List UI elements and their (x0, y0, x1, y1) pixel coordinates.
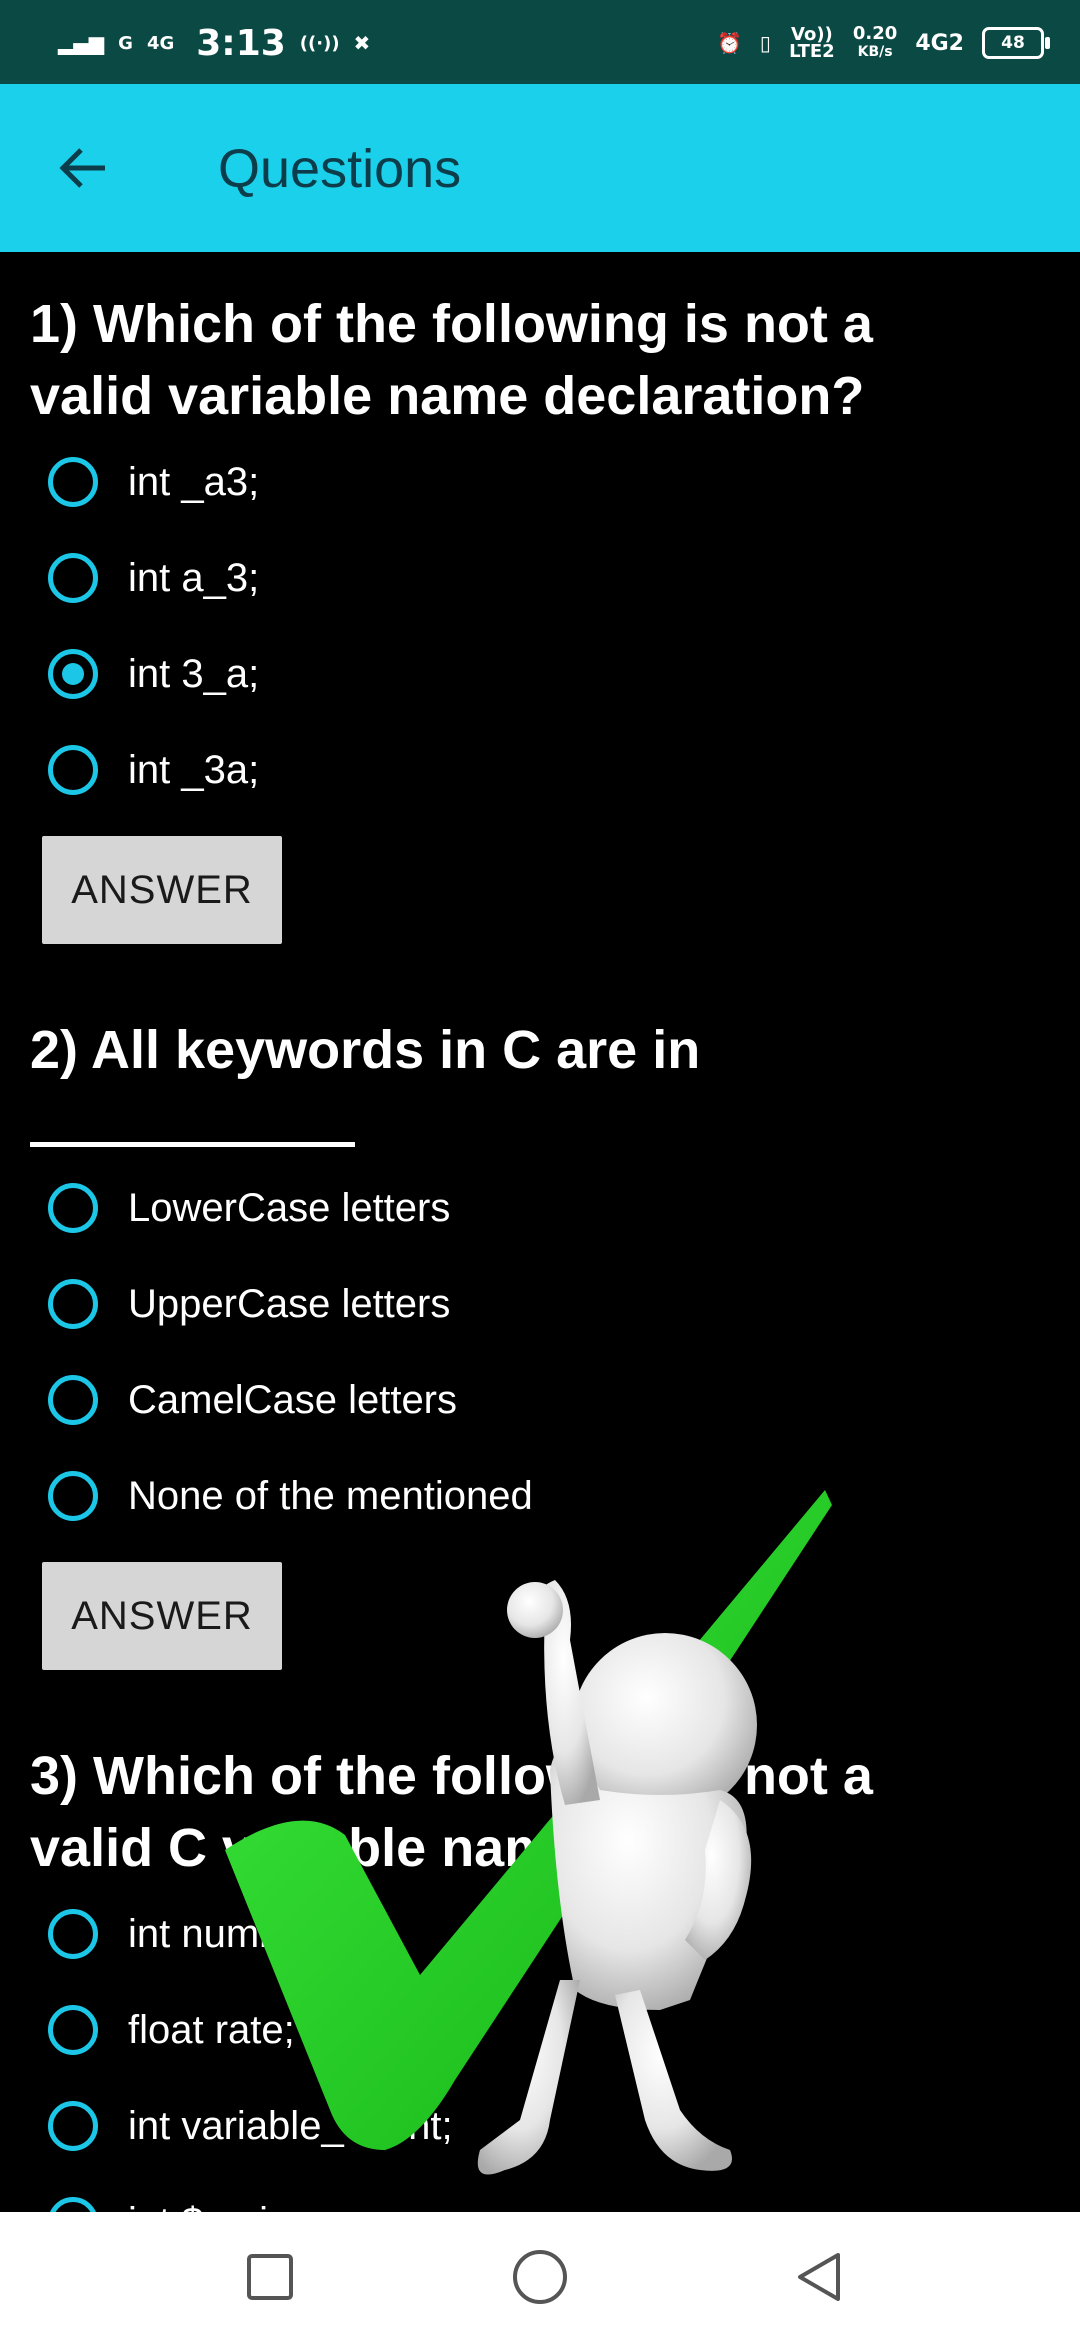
alarm-icon: ⏰ (716, 31, 742, 55)
circle-icon (513, 2250, 567, 2304)
option-label: None of the mentioned (128, 1473, 533, 1518)
radio-icon[interactable] (48, 1471, 98, 1521)
question-3-option-3[interactable]: int variable_count; (48, 2096, 453, 2156)
question-2-option-1[interactable]: LowerCase letters (48, 1178, 450, 1238)
vibrate-icon: ▯ (759, 31, 771, 55)
network-speed: 0.20 KB/s (853, 25, 897, 61)
radio-icon[interactable] (48, 1909, 98, 1959)
question-1-title: 1) Which of the following is not a valid… (30, 294, 873, 426)
question-3-option-4[interactable]: int $main; (48, 2192, 301, 2212)
blank-underline (30, 1142, 355, 1147)
volte-label: Vo)) LTE2 (789, 24, 835, 62)
question-3-option-2[interactable]: float rate; (48, 2000, 295, 2060)
back-button[interactable] (48, 136, 118, 200)
answer-button-1[interactable]: ANSWER (42, 836, 282, 944)
speed-value: 0.20 (852, 23, 898, 44)
network-4g-label: 4G (146, 32, 175, 54)
option-label: int variable_count; (128, 2103, 453, 2148)
option-label: int _a3; (128, 459, 260, 504)
question-2-option-2[interactable]: UpperCase letters (48, 1274, 450, 1334)
radio-icon[interactable] (48, 1279, 98, 1329)
network-right-label: 4G2 (915, 30, 964, 56)
radio-icon[interactable] (48, 2005, 98, 2055)
arrow-back-icon (59, 148, 105, 188)
recents-button[interactable] (230, 2242, 310, 2312)
question-1-option-1[interactable]: int _a3; (48, 452, 259, 512)
option-label: LowerCase letters (128, 1185, 451, 1230)
signal-icon: ▂▄▆ (58, 31, 105, 55)
option-label: int 3_a; (128, 651, 260, 696)
radio-checked-icon[interactable] (48, 649, 98, 699)
speed-unit: KB/s (857, 44, 893, 60)
option-label: int _3a; (128, 747, 260, 792)
triangle-back-icon (798, 2253, 840, 2301)
option-label: int a_3; (128, 555, 260, 600)
battery-level: 48 (1001, 33, 1025, 53)
question-1-option-3[interactable]: int 3_a; (48, 644, 259, 704)
option-label: float rate; (128, 2007, 295, 2052)
answer-button-2[interactable]: ANSWER (42, 1562, 282, 1670)
app-bar: Questions (0, 84, 1080, 252)
square-icon (247, 2254, 293, 2300)
navigation-bar (0, 2212, 1080, 2340)
questions-list[interactable]: 1) Which of the following is not a valid… (0, 252, 1080, 2212)
radio-icon[interactable] (48, 2101, 98, 2151)
option-label: int number; (128, 1911, 329, 1956)
option-label: int $main; (128, 2200, 301, 2213)
option-label: CamelCase letters (128, 1377, 458, 1422)
radio-icon[interactable] (48, 1183, 98, 1233)
question-3-title: 3) Which of the following is not a valid… (30, 1746, 873, 1878)
radio-icon[interactable] (48, 1375, 98, 1425)
tools-icon: ✖ (353, 31, 371, 55)
radio-icon[interactable] (48, 2197, 98, 2212)
question-3-option-1[interactable]: int number; (48, 1904, 328, 1964)
question-2-option-3[interactable]: CamelCase letters (48, 1370, 457, 1430)
radio-icon[interactable] (48, 553, 98, 603)
network-label: G (118, 32, 133, 54)
home-button[interactable] (500, 2242, 580, 2312)
question-1-option-4[interactable]: int _3a; (48, 740, 259, 800)
question-2-option-4[interactable]: None of the mentioned (48, 1466, 533, 1526)
clock: 3:13 (196, 22, 286, 64)
hotspot-icon: ((·)) (299, 32, 340, 54)
question-1-option-2[interactable]: int a_3; (48, 548, 259, 608)
battery-icon: 48 (982, 27, 1050, 59)
status-bar: ▂▄▆ G 4G 3:13 ((·)) ✖ ⏰ ▯ Vo)) LTE2 0.20… (0, 0, 1080, 84)
radio-icon[interactable] (48, 457, 98, 507)
page-title: Questions (218, 139, 462, 199)
option-label: UpperCase letters (128, 1281, 451, 1326)
question-2-title: 2) All keywords in C are in (30, 1020, 701, 1080)
radio-icon[interactable] (48, 745, 98, 795)
system-back-button[interactable] (780, 2242, 860, 2312)
